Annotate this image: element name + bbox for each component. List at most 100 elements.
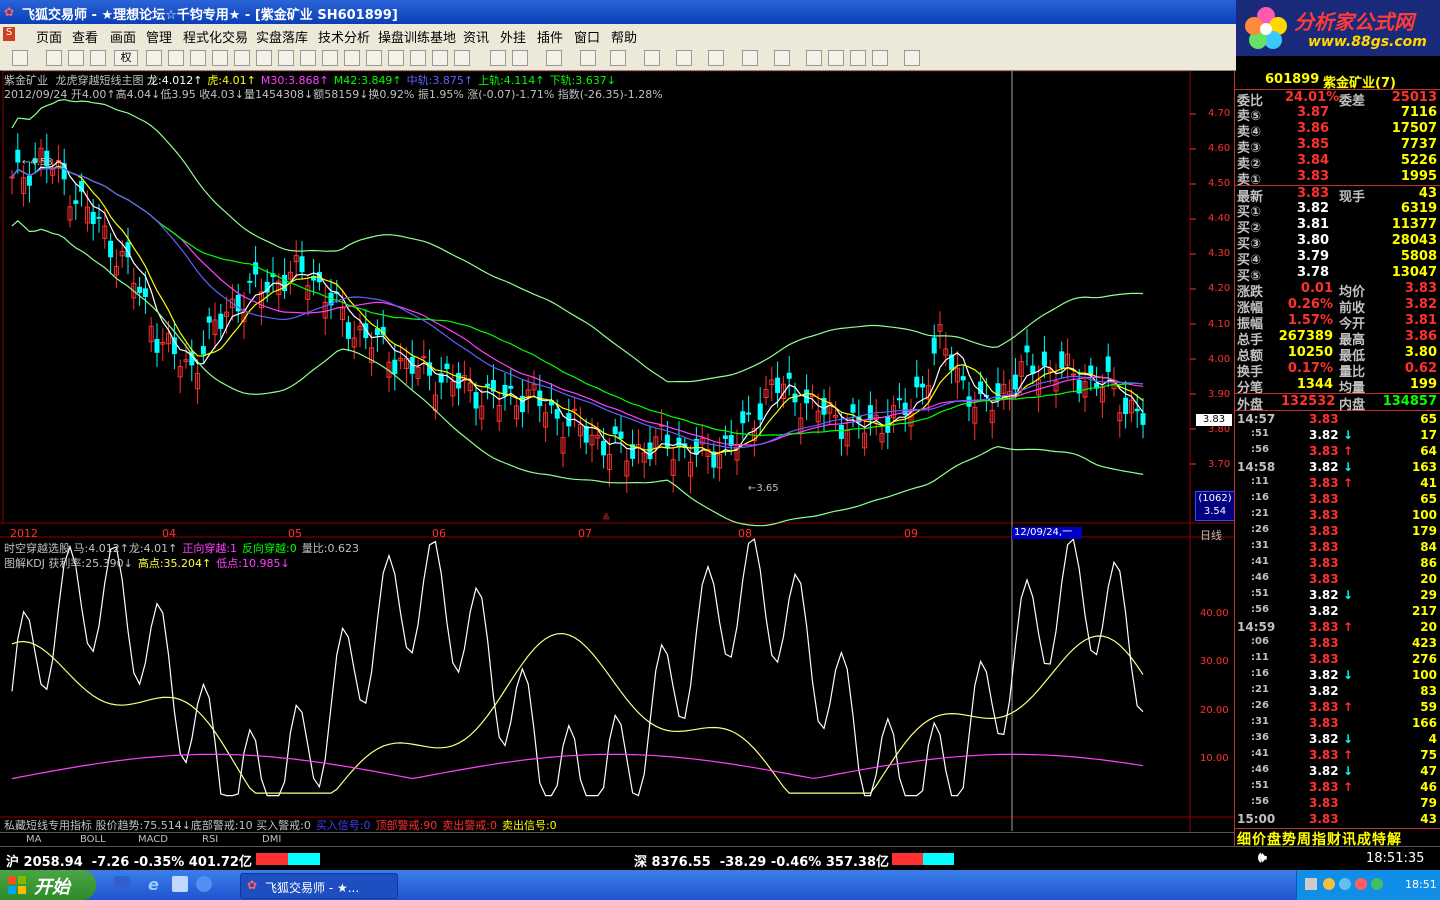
rect-tool-icon[interactable] [708,50,724,66]
line-tool-icon[interactable] [512,50,528,66]
zoom-out-icon[interactable] [90,50,106,66]
taskbar-app-button[interactable]: ✿ 飞狐交易师 - ★... [240,873,398,899]
layout3-icon[interactable] [388,50,404,66]
search-icon[interactable] [256,50,272,66]
tab-boll[interactable]: BOLL [80,834,106,845]
brush-icon[interactable] [850,50,866,66]
menu-tech-analysis[interactable]: 技术分析 [318,27,370,46]
vline-tool-icon[interactable] [580,50,596,66]
menu-live[interactable]: 实盘落库 [256,27,308,46]
tray-1-icon[interactable] [1323,878,1335,890]
layout1-icon[interactable] [344,50,360,66]
menu-window[interactable]: 窗口 [574,27,600,46]
menu-help[interactable]: 帮助 [611,27,637,46]
copy-tool-icon[interactable] [806,50,822,66]
menu-news[interactable]: 资讯 [463,27,489,46]
menu-plugin-ext[interactable]: 外挂 [500,27,526,46]
buy-level[interactable]: 买④ 3.79 5808 [1235,249,1440,268]
tab-macd[interactable]: MACD [138,834,168,845]
layout4-icon[interactable] [410,50,426,66]
signal-icon[interactable] [300,50,316,66]
menu-program-trade[interactable]: 程式化交易 [183,27,248,46]
layout5-icon[interactable] [432,50,448,66]
sell-level[interactable]: 卖④ 3.86 17507 [1235,121,1440,140]
desktop-icon[interactable] [172,876,188,892]
save-icon[interactable] [904,50,920,66]
layout6-icon[interactable] [454,50,470,66]
tray-4-icon[interactable] [1371,878,1383,890]
tab-dmi[interactable]: DMI [262,834,281,845]
status-time: 18:51:35 [1366,851,1425,866]
line-hu [11,165,1144,454]
quote-tabs[interactable]: 细价盘势周指财讯成特解 [1235,828,1440,848]
candles [9,133,1146,494]
ellipse-tool-icon[interactable] [742,50,758,66]
eraser-icon[interactable] [828,50,844,66]
kline-chart[interactable] [0,71,1234,846]
keyboard-icon[interactable] [1305,878,1317,890]
tick-row: :16 3.83 65 [1251,492,1437,506]
tab-rsi[interactable]: RSI [202,834,218,845]
open-icon[interactable] [12,50,28,66]
buy-level[interactable]: 买① 3.82 6319 [1235,201,1440,220]
chart-area[interactable]: 紫金矿业 龙虎穿越短线主图 龙:4.012↑ 虎:4.01↑ M30:3.868↑ M… [0,71,1440,846]
color-icon[interactable] [872,50,888,66]
chart-icon[interactable] [190,50,206,66]
kdj-high-line [11,632,1144,794]
rights-select[interactable]: 权 [114,50,138,66]
menu-plugins[interactable]: 插件 [537,27,563,46]
cursor-icon[interactable] [490,50,506,66]
pencil-icon[interactable] [322,50,338,66]
tray-3-icon[interactable] [1355,878,1367,890]
grid-icon[interactable] [234,50,250,66]
candle-body [1140,413,1146,425]
text-tool-icon[interactable] [774,50,790,66]
candle-body [850,404,856,413]
sz-index[interactable]: 深 8376.55 -38.29 -0.46% 357.38亿 [634,851,889,870]
buy-level[interactable]: 买⑤ 3.78 13047 [1235,265,1440,284]
f10-icon[interactable] [46,50,62,66]
sell-level[interactable]: 卖⑤ 3.87 7116 [1235,105,1440,124]
menu-training[interactable]: 操盘训练基地 [378,27,456,46]
date-tick: 05 [288,527,302,540]
tray-2-icon[interactable] [1339,878,1351,890]
fan-tool-icon[interactable] [610,50,626,66]
link-icon[interactable] [168,50,184,66]
tray-clock: 18:51 [1405,878,1437,891]
compare-icon[interactable] [146,50,162,66]
taskbar: 开始 e ✿ 飞狐交易师 - ★... 18:51 [0,870,1440,900]
candle-body [444,363,450,370]
date-tick: 2012 [10,527,38,540]
ie-icon[interactable]: e [148,875,159,894]
menu-screen[interactable]: 画面 [110,27,136,46]
menu-page[interactable]: 页面 [36,27,62,46]
bottom-value-2: 顶部警戒:90 [375,819,438,832]
start-button[interactable]: 开始 [0,870,96,900]
buy-level[interactable]: 买③ 3.80 28043 [1235,233,1440,252]
sell-level[interactable]: 卖① 3.83 1995 [1235,169,1440,188]
quicklaunch-2-icon[interactable] [196,876,212,892]
candle-body [1105,356,1111,372]
channel-tool-icon[interactable] [644,50,660,66]
menu-view[interactable]: 查看 [72,27,98,46]
copy-icon[interactable] [212,50,228,66]
alarm-icon[interactable] [278,50,294,66]
buy-level[interactable]: 买② 3.81 11377 [1235,217,1440,236]
price-tick: 4.60 [1208,143,1231,154]
sh-index[interactable]: 沪 2058.94 -7.26 -0.35% 401.72亿 [6,851,252,870]
parallel-tool-icon[interactable] [676,50,692,66]
speaker-icon[interactable]: 🕪 [1258,850,1267,866]
doc-icon: S [3,27,15,41]
candle-body [1030,365,1036,374]
marker-icon: ≗ [602,513,611,524]
layout2-icon[interactable] [366,50,382,66]
menu-manage[interactable]: 管理 [146,27,172,46]
zoom-in-icon[interactable] [68,50,84,66]
sell-level[interactable]: 卖③ 3.85 7737 [1235,137,1440,156]
sell-level[interactable]: 卖② 3.84 5226 [1235,153,1440,172]
period-label[interactable]: 日线 [1200,527,1222,543]
hline-tool-icon[interactable] [546,50,562,66]
quicklaunch-1-icon[interactable] [114,876,130,892]
tab-ma[interactable]: MA [26,834,41,845]
high-mark: ←4.58 [22,157,53,168]
